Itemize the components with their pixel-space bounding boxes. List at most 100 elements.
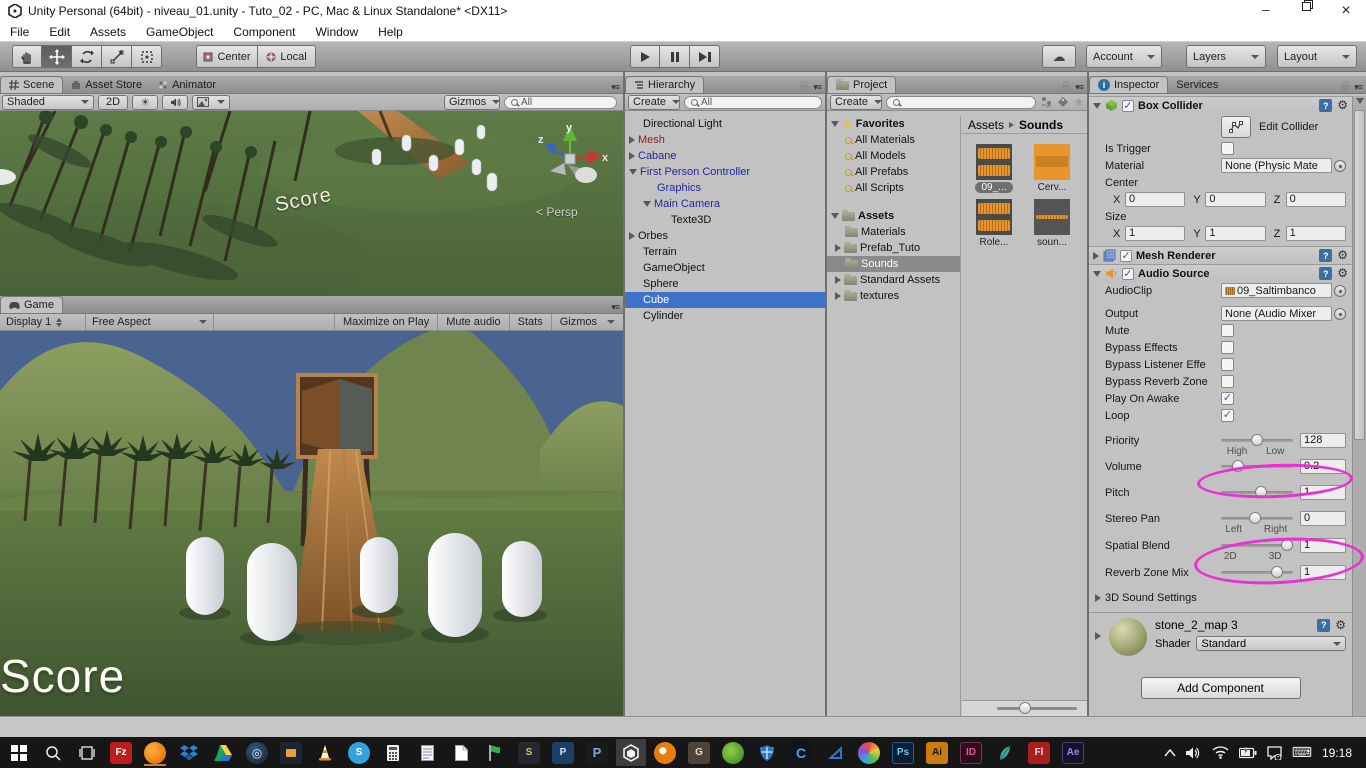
rotate-tool-button[interactable] xyxy=(72,45,102,68)
project-tree-item[interactable]: All Prefabs xyxy=(827,164,960,180)
hierarchy-item[interactable]: Orbes xyxy=(625,228,825,244)
component-enabled-checkbox[interactable]: ✓ xyxy=(1120,250,1132,262)
restore-button[interactable] xyxy=(1286,2,1326,11)
lock-icon[interactable] xyxy=(1341,85,1349,91)
taskbar-app-indesign[interactable]: ID xyxy=(956,739,986,766)
size-z-field[interactable]: 1 xyxy=(1286,226,1346,241)
add-component-button[interactable]: Add Component xyxy=(1141,677,1301,699)
pivot-center-button[interactable]: Center xyxy=(196,45,258,68)
taskbar-app-document[interactable] xyxy=(446,739,476,766)
asset-file[interactable]: Cerv... xyxy=(1026,144,1078,193)
tab-hierarchy[interactable]: Hierarchy xyxy=(625,76,704,93)
scene-search-input[interactable]: All xyxy=(504,96,617,109)
mesh-renderer-header[interactable]: ✓ Mesh Renderer ? ⚙ xyxy=(1089,246,1352,264)
hierarchy-item[interactable]: Texte3D xyxy=(625,212,825,228)
2d-toggle-button[interactable]: 2D xyxy=(98,95,128,110)
project-tree-favorites[interactable]: ★Favorites xyxy=(827,116,960,132)
layout-dropdown[interactable]: Layout xyxy=(1277,45,1357,68)
audioclip-field[interactable]: 09_Saltimbanco xyxy=(1221,283,1332,298)
bypass-listener-checkbox[interactable] xyxy=(1221,358,1234,371)
taskbar-app-corel[interactable]: C xyxy=(786,739,816,766)
wifi-icon[interactable] xyxy=(1212,746,1229,759)
taskbar-app-vlc[interactable] xyxy=(310,739,340,766)
lock-icon[interactable] xyxy=(800,85,808,91)
taskbar-app-aftereffects[interactable]: Ae xyxy=(1058,739,1088,766)
shading-mode-dropdown[interactable]: Shaded xyxy=(2,95,94,110)
object-picker-icon[interactable] xyxy=(1334,308,1346,320)
taskbar-app-firefox[interactable] xyxy=(140,739,170,766)
taskbar-app-notepad[interactable] xyxy=(412,739,442,766)
hierarchy-item[interactable]: Graphics xyxy=(625,180,825,196)
shader-dropdown[interactable]: Standard xyxy=(1196,636,1346,651)
help-icon[interactable]: ? xyxy=(1319,99,1332,112)
box-collider-header[interactable]: ✓ Box Collider ? ⚙ xyxy=(1089,96,1352,114)
size-y-field[interactable]: 1 xyxy=(1205,226,1265,241)
component-enabled-checkbox[interactable]: ✓ xyxy=(1122,268,1134,280)
volume-slider[interactable] xyxy=(1221,465,1293,468)
taskbar-app-green-flag[interactable] xyxy=(480,739,510,766)
taskbar-app-illustrator[interactable]: Ai xyxy=(922,739,952,766)
volume-value-field[interactable]: 0.2 xyxy=(1300,459,1346,474)
step-button[interactable] xyxy=(690,45,720,68)
taskbar-app-filezilla[interactable]: Fz xyxy=(106,739,136,766)
asset-file[interactable]: Role... xyxy=(968,199,1020,248)
reverb-zone-mix-value-field[interactable]: 1 xyxy=(1300,565,1346,580)
hierarchy-item[interactable]: First Person Controller xyxy=(625,164,825,180)
3d-sound-settings-label[interactable]: 3D Sound Settings xyxy=(1105,592,1197,604)
pitch-value-field[interactable]: 1 xyxy=(1300,485,1346,500)
spatial-blend-value-field[interactable]: 1 xyxy=(1300,538,1346,553)
foldout-icon[interactable] xyxy=(1095,632,1101,640)
help-icon[interactable]: ? xyxy=(1319,267,1332,280)
taskbar-app-ruler[interactable] xyxy=(820,739,850,766)
hierarchy-item[interactable]: Sphere xyxy=(625,276,825,292)
spatial-blend-slider[interactable]: 2D 3D xyxy=(1221,544,1293,547)
project-tree-item[interactable]: Standard Assets xyxy=(827,272,960,288)
foldout-icon[interactable] xyxy=(835,244,841,252)
effects-dropdown[interactable] xyxy=(192,95,230,110)
menu-window[interactable]: Window xyxy=(305,22,368,41)
taskbar-clock[interactable]: 19:18 xyxy=(1322,746,1352,760)
foldout-icon[interactable] xyxy=(1093,271,1101,277)
hierarchy-item[interactable]: Mesh xyxy=(625,132,825,148)
edit-collider-button[interactable] xyxy=(1221,116,1251,138)
taskbar-app-google-drive[interactable] xyxy=(208,739,238,766)
taskbar-app-feather[interactable] xyxy=(990,739,1020,766)
project-tree-item[interactable]: All Scripts xyxy=(827,180,960,196)
taskbar-app-orange-vault[interactable] xyxy=(276,739,306,766)
foldout-icon[interactable] xyxy=(1095,594,1101,602)
foldout-icon[interactable] xyxy=(1093,252,1099,260)
bypass-effects-checkbox[interactable] xyxy=(1221,341,1234,354)
cloud-services-button[interactable]: ☁ xyxy=(1042,45,1076,68)
menu-edit[interactable]: Edit xyxy=(39,22,80,41)
hierarchy-search-input[interactable]: All xyxy=(684,96,822,109)
taskbar-app-scrivener[interactable]: S xyxy=(514,739,544,766)
foldout-icon[interactable] xyxy=(629,136,635,144)
search-by-type-icon[interactable] xyxy=(1040,96,1053,108)
loop-checkbox[interactable]: ✓ xyxy=(1221,409,1234,422)
hierarchy-item[interactable]: Main Camera xyxy=(625,196,825,212)
audio-toggle-button[interactable] xyxy=(162,95,188,110)
tab-inspector[interactable]: i Inspector xyxy=(1089,76,1168,93)
project-create-dropdown[interactable]: Create xyxy=(830,95,882,110)
tab-project[interactable]: Project xyxy=(827,76,896,93)
taskbar-app-chameleon[interactable] xyxy=(718,739,748,766)
project-tree-assets[interactable]: Assets xyxy=(827,208,960,224)
taskbar-app-photoshop[interactable]: Ps xyxy=(888,739,918,766)
scene-axis-gizmo[interactable]: y x z xyxy=(530,119,610,199)
foldout-icon[interactable] xyxy=(835,292,841,300)
asset-file[interactable]: 09_... xyxy=(968,144,1020,193)
foldout-icon[interactable] xyxy=(629,232,635,240)
touch-keyboard-icon[interactable]: ⌨ xyxy=(1292,744,1312,761)
center-z-field[interactable]: 0 xyxy=(1286,192,1346,207)
taskbar-app-p[interactable]: P xyxy=(582,739,612,766)
stereo-pan-slider[interactable]: Left Right xyxy=(1221,517,1293,520)
taskbar-app-calculator[interactable] xyxy=(378,739,408,766)
hierarchy-item[interactable]: Directional Light xyxy=(625,116,825,132)
inspector-panel-menu-icon[interactable]: ▾≡ xyxy=(1354,82,1362,93)
taskbar-app-dropbox[interactable] xyxy=(174,739,204,766)
project-panel-menu-icon[interactable]: ▾≡ xyxy=(1075,82,1083,93)
game-viewport[interactable]: Score xyxy=(0,331,623,716)
volume-icon[interactable] xyxy=(1186,746,1202,760)
bypass-reverb-checkbox[interactable] xyxy=(1221,375,1234,388)
tab-services[interactable]: Services xyxy=(1168,76,1226,93)
